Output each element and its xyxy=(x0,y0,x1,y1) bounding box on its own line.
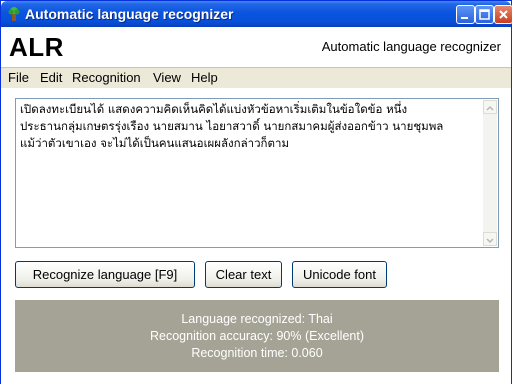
scroll-down-button[interactable] xyxy=(483,232,497,246)
accuracy-result: Recognition accuracy: 90% (Excellent) xyxy=(150,329,364,343)
app-header: ALR Automatic language recognizer xyxy=(1,27,511,67)
vertical-scrollbar[interactable] xyxy=(483,100,497,246)
text-line: แม้ว่าตัวเขาเอง จะไม่ได้เป็นคนแสนอเผผลัง… xyxy=(20,136,290,150)
title-bar[interactable]: Automatic language recognizer xyxy=(1,1,512,27)
maximize-button[interactable] xyxy=(475,5,494,24)
language-result: Language recognized: Thai xyxy=(181,312,333,326)
clear-text-button[interactable]: Clear text xyxy=(205,261,282,288)
chevron-down-icon xyxy=(486,238,494,244)
maximize-icon xyxy=(479,9,490,20)
app-logo: ALR xyxy=(9,32,64,62)
minimize-icon xyxy=(461,17,468,19)
result-panel: Language recognized: Thai Recognition ac… xyxy=(15,300,499,372)
minimize-button[interactable] xyxy=(456,5,475,24)
text-line: ประธานกลุ่มเกษตรรุ่งเรือง นายสมาน ไอยาสว… xyxy=(20,119,444,133)
app-icon xyxy=(6,6,22,22)
time-result: Recognition time: 0.060 xyxy=(191,346,323,360)
main-content: เปิดลงทะเบียนได้ แสดงความคิดเห็นคิดได้แบ… xyxy=(1,88,511,384)
menu-help[interactable]: Help xyxy=(191,70,218,85)
menu-view[interactable]: View xyxy=(153,70,181,85)
text-line: เปิดลงทะเบียนได้ แสดงความคิดเห็นคิดได้แบ… xyxy=(20,102,408,116)
app-subtitle: Automatic language recognizer xyxy=(321,39,501,54)
close-button[interactable] xyxy=(494,5,512,24)
scroll-up-button[interactable] xyxy=(483,100,497,114)
window-title: Automatic language recognizer xyxy=(25,6,234,22)
input-text[interactable]: เปิดลงทะเบียนได้ แสดงความคิดเห็นคิดได้แบ… xyxy=(20,101,478,152)
text-input-area[interactable]: เปิดลงทะเบียนได้ แสดงความคิดเห็นคิดได้แบ… xyxy=(15,98,499,248)
menu-file[interactable]: File xyxy=(8,70,29,85)
menu-bar: File Edit Recognition View Help xyxy=(1,67,511,88)
menu-edit[interactable]: Edit xyxy=(40,70,62,85)
chevron-up-icon xyxy=(486,105,494,111)
close-icon xyxy=(499,10,508,19)
unicode-font-button[interactable]: Unicode font xyxy=(292,261,387,288)
recognize-language-button[interactable]: Recognize language [F9] xyxy=(15,261,195,288)
menu-recognition[interactable]: Recognition xyxy=(72,70,141,85)
app-window: Automatic language recognizer ALR Automa… xyxy=(0,0,512,384)
